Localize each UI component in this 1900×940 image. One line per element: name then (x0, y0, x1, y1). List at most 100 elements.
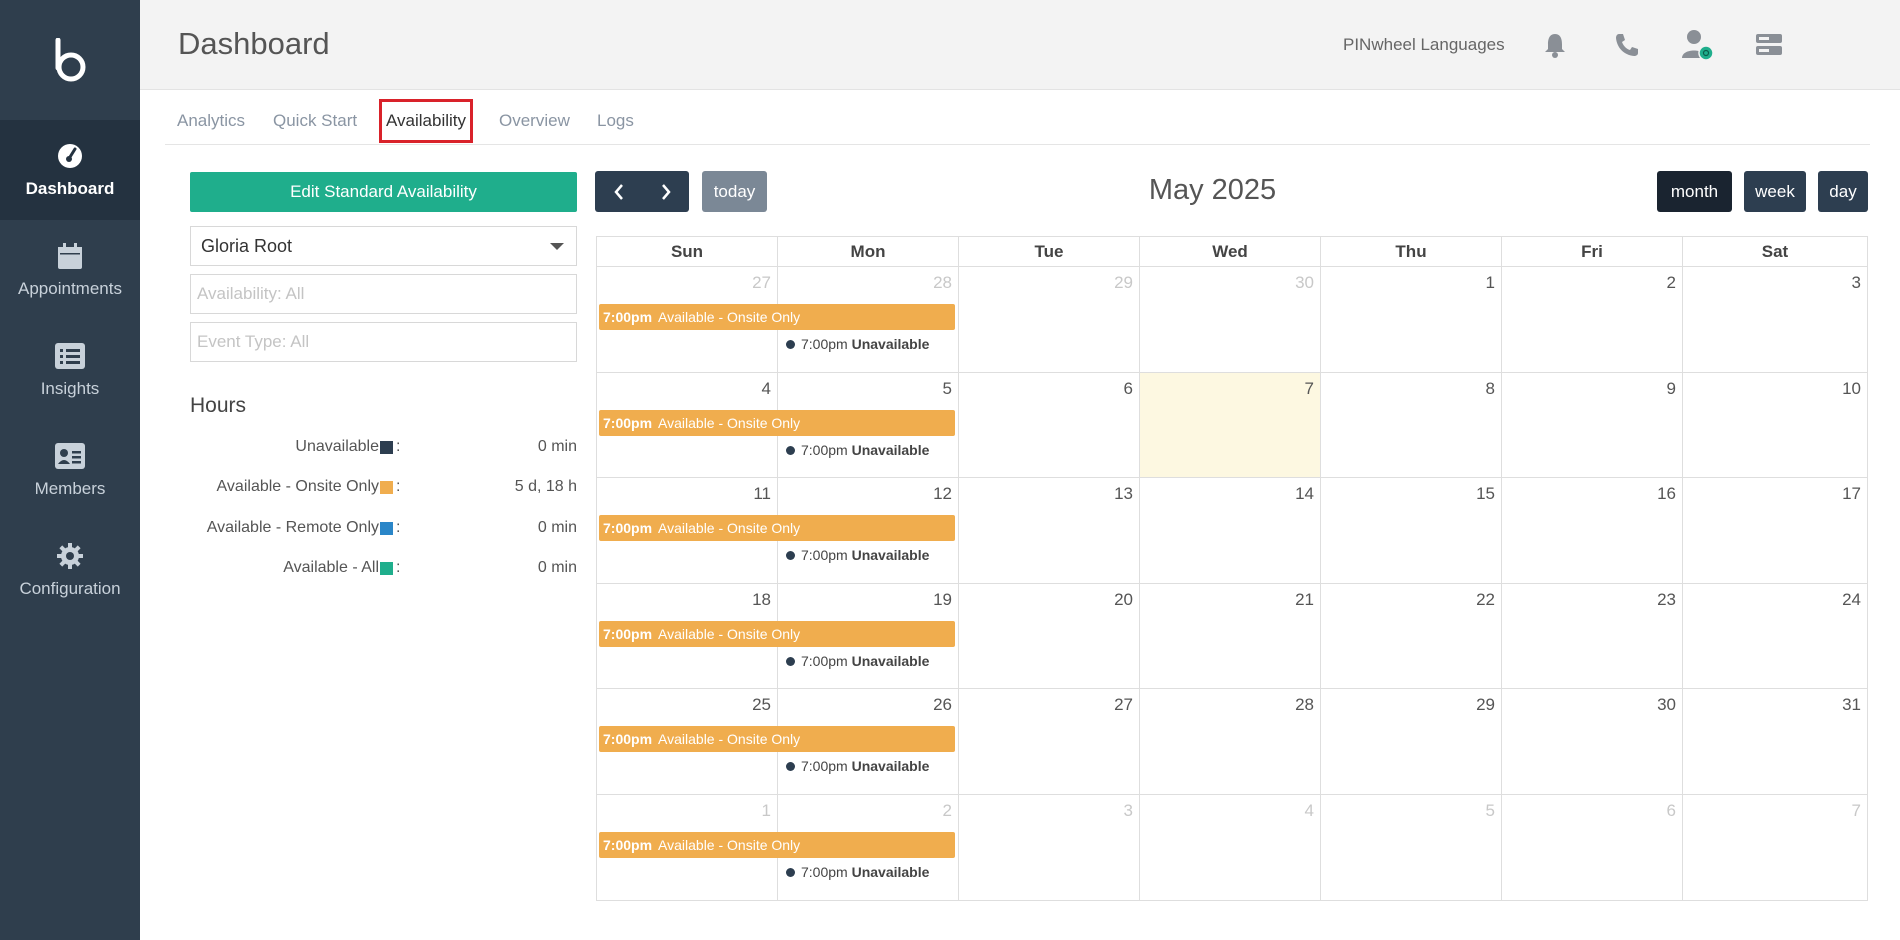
calendar-day-cell[interactable]: 4 (1140, 794, 1321, 900)
availability-filter-input[interactable] (190, 274, 577, 314)
event-unavailable[interactable]: 7:00pm Unavailable (786, 336, 929, 352)
calendar-day-cell[interactable]: 5 (1321, 794, 1502, 900)
today-button[interactable]: today (702, 171, 767, 212)
calendar-day-cell[interactable]: 29 (959, 267, 1140, 373)
calendar-day-cell[interactable]: 13 (959, 478, 1140, 584)
day-number[interactable]: 31 (1842, 695, 1861, 715)
day-number[interactable]: 10 (1842, 379, 1861, 399)
day-number[interactable]: 30 (1657, 695, 1676, 715)
tab-overview[interactable]: Overview (499, 97, 570, 145)
day-number[interactable]: 12 (933, 484, 952, 504)
calendar-day-cell[interactable]: 2 (1502, 267, 1683, 373)
day-view-button[interactable]: day (1818, 171, 1868, 212)
day-number[interactable]: 3 (1124, 801, 1133, 821)
calendar-day-cell[interactable]: 7 (1140, 372, 1321, 478)
day-number[interactable]: 18 (752, 590, 771, 610)
calendar-day-cell[interactable]: 29 (1321, 689, 1502, 795)
calendar-day-cell[interactable]: 24 (1683, 584, 1867, 689)
day-number[interactable]: 13 (1114, 484, 1133, 504)
calendar-day-cell[interactable]: 3 (1683, 267, 1867, 373)
calendar-day-cell[interactable]: 3 (959, 794, 1140, 900)
day-number[interactable]: 8 (1486, 379, 1495, 399)
day-number[interactable]: 21 (1295, 590, 1314, 610)
calendar-day-cell[interactable]: 31 (1683, 689, 1867, 795)
event-unavailable[interactable]: 7:00pm Unavailable (786, 864, 929, 880)
tab-logs[interactable]: Logs (597, 97, 634, 145)
day-number[interactable]: 1 (762, 801, 771, 821)
day-number[interactable]: 22 (1476, 590, 1495, 610)
day-number[interactable]: 6 (1124, 379, 1133, 399)
calendar-day-cell[interactable]: 6 (1502, 794, 1683, 900)
edit-standard-availability-button[interactable]: Edit Standard Availability (190, 172, 577, 212)
calendar-day-cell[interactable]: 23 (1502, 583, 1683, 689)
calendar-day-cell[interactable]: 28 (1140, 689, 1321, 795)
day-number[interactable]: 29 (1114, 273, 1133, 293)
week-view-button[interactable]: week (1744, 171, 1806, 212)
day-number[interactable]: 5 (1486, 801, 1495, 821)
event-unavailable[interactable]: 7:00pm Unavailable (786, 758, 929, 774)
sidebar-item-configuration[interactable]: Configuration (0, 520, 140, 620)
day-number[interactable]: 2 (943, 801, 952, 821)
company-name[interactable]: PINwheel Languages (1343, 35, 1505, 55)
day-number[interactable]: 17 (1842, 484, 1861, 504)
event-type-filter-input[interactable] (190, 322, 577, 362)
day-number[interactable]: 25 (752, 695, 771, 715)
phone-icon[interactable] (1610, 28, 1644, 62)
calendar-day-cell[interactable]: 1 (1321, 267, 1502, 373)
event-available-onsite[interactable]: 7:00pm Available - Onsite Only (599, 409, 955, 436)
day-number[interactable]: 7 (1305, 379, 1314, 399)
day-number[interactable]: 3 (1852, 273, 1861, 293)
day-number[interactable]: 14 (1295, 484, 1314, 504)
day-number[interactable]: 5 (943, 379, 952, 399)
next-month-button[interactable] (642, 171, 689, 212)
calendar-day-cell[interactable]: 21 (1140, 583, 1321, 689)
day-number[interactable]: 27 (752, 273, 771, 293)
calendar-day-cell[interactable]: 6 (959, 372, 1140, 478)
day-number[interactable]: 2 (1667, 273, 1676, 293)
calendar-day-cell[interactable]: 30 (1140, 267, 1321, 373)
event-available-onsite[interactable]: 7:00pm Available - Onsite Only (599, 831, 955, 858)
day-number[interactable]: 26 (933, 695, 952, 715)
day-number[interactable]: 6 (1667, 801, 1676, 821)
event-available-onsite[interactable]: 7:00pm Available - Onsite Only (599, 304, 955, 330)
sidebar-item-dashboard[interactable]: Dashboard (0, 120, 140, 220)
event-available-onsite[interactable]: 7:00pm Available - Onsite Only (599, 620, 955, 647)
event-available-onsite[interactable]: 7:00pm Available - Onsite Only (599, 515, 955, 541)
day-number[interactable]: 24 (1842, 590, 1861, 610)
user-status-icon[interactable] (1680, 28, 1714, 62)
event-unavailable[interactable]: 7:00pm Unavailable (786, 547, 929, 563)
calendar-day-cell[interactable]: 16 (1502, 478, 1683, 584)
day-number[interactable]: 16 (1657, 484, 1676, 504)
sidebar-item-members[interactable]: Members (0, 420, 140, 520)
day-number[interactable]: 29 (1476, 695, 1495, 715)
day-number[interactable]: 11 (753, 484, 771, 504)
tab-availability[interactable]: Availability (379, 99, 474, 143)
server-icon[interactable] (1752, 28, 1786, 62)
calendar-day-cell[interactable]: 27 (959, 689, 1140, 795)
calendar-day-cell[interactable]: 9 (1502, 372, 1683, 478)
calendar-day-cell[interactable]: 20 (959, 583, 1140, 689)
tab-analytics[interactable]: Analytics (177, 97, 245, 145)
member-select[interactable]: Gloria Root (190, 226, 577, 266)
bell-icon[interactable] (1538, 28, 1572, 62)
day-number[interactable]: 28 (1295, 695, 1314, 715)
calendar-day-cell[interactable]: 8 (1321, 372, 1502, 478)
app-logo[interactable] (0, 0, 140, 120)
day-number[interactable]: 28 (933, 273, 952, 293)
day-number[interactable]: 23 (1657, 590, 1676, 610)
day-number[interactable]: 15 (1476, 484, 1495, 504)
calendar-day-cell[interactable]: 15 (1321, 478, 1502, 584)
month-view-button[interactable]: month (1657, 171, 1732, 212)
day-number[interactable]: 7 (1852, 801, 1861, 821)
event-unavailable[interactable]: 7:00pm Unavailable (786, 653, 929, 669)
day-number[interactable]: 20 (1114, 590, 1133, 610)
event-unavailable[interactable]: 7:00pm Unavailable (786, 442, 929, 458)
day-number[interactable]: 1 (1486, 273, 1495, 293)
calendar-day-cell[interactable]: 22 (1321, 583, 1502, 689)
calendar-day-cell[interactable]: 7 (1683, 795, 1867, 901)
day-number[interactable]: 4 (762, 379, 771, 399)
calendar-day-cell[interactable]: 30 (1502, 689, 1683, 795)
day-number[interactable]: 19 (933, 590, 952, 610)
prev-month-button[interactable] (595, 171, 642, 212)
day-number[interactable]: 9 (1667, 379, 1676, 399)
